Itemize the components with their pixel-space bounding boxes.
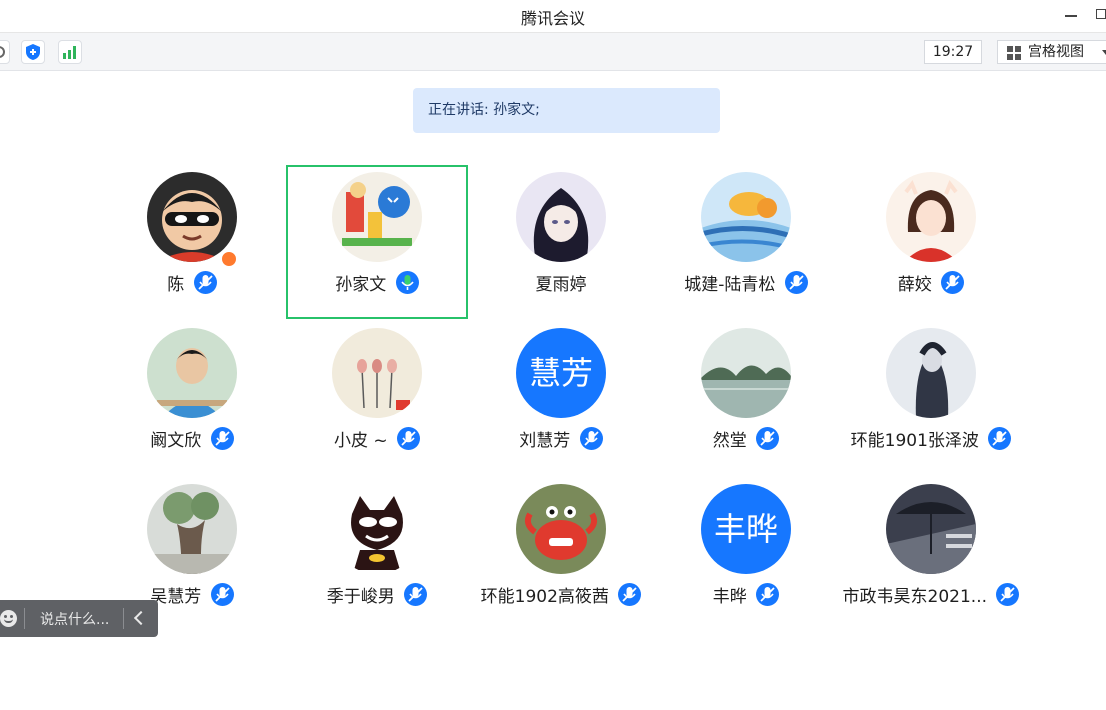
mic-muted-icon[interactable] <box>210 583 234 606</box>
participant-tile[interactable]: 孙家文 <box>287 164 467 314</box>
participant-name: 孙家文 <box>335 275 387 295</box>
speaking-indicator: 正在讲话: 孙家文; <box>413 88 720 133</box>
avatar <box>886 172 976 262</box>
divider <box>123 608 124 629</box>
participant-tile[interactable]: 薛姣 <box>841 164 1021 314</box>
maximize-button[interactable] <box>1090 4 1106 26</box>
participant-name: 环能1901张泽波 <box>850 431 979 451</box>
avatar <box>701 172 791 262</box>
participant-tile[interactable]: 慧芳 刘慧芳 <box>471 320 651 470</box>
avatar <box>886 484 976 574</box>
avatar <box>147 328 237 418</box>
avatar <box>332 484 422 574</box>
participant-name: 丰晔 <box>712 587 747 607</box>
avatar <box>332 172 422 262</box>
avatar: 丰晔 <box>701 484 791 574</box>
mic-muted-icon[interactable] <box>404 583 428 606</box>
mic-muted-icon[interactable] <box>618 583 642 606</box>
participant-tile[interactable]: 阚文欣 <box>102 320 282 470</box>
avatar <box>147 484 237 574</box>
mic-muted-icon[interactable] <box>193 271 217 294</box>
avatar <box>701 328 791 418</box>
chat-input[interactable]: 说点什么... <box>40 609 109 629</box>
participant-name: 然堂 <box>712 431 747 451</box>
speaking-text: 正在讲话: 孙家文; <box>428 102 540 118</box>
divider <box>24 608 25 629</box>
participant-name: 小皮 ~ <box>333 431 388 451</box>
mic-muted-icon[interactable] <box>988 427 1012 450</box>
participant-name: 城建-陆青松 <box>684 275 776 295</box>
grid-icon <box>1007 46 1021 60</box>
chat-bar: 说点什么... <box>0 600 158 637</box>
minimize-button[interactable] <box>1059 4 1083 26</box>
avatar <box>147 172 237 262</box>
avatar <box>516 484 606 574</box>
grid-view-button[interactable]: 宫格视图 <box>997 40 1106 64</box>
participant-name: 环能1902高筱茜 <box>480 587 609 607</box>
meeting-timer: 19:27 <box>924 40 982 64</box>
window-title: 腾讯会议 <box>520 9 585 28</box>
avatar <box>886 328 976 418</box>
avatar <box>516 172 606 262</box>
participant-name: 阚文欣 <box>150 431 202 451</box>
participant-name: 季于峻男 <box>326 587 395 607</box>
participant-tile[interactable]: 小皮 ~ <box>287 320 467 470</box>
participant-name: 市政韦昊东2021... <box>842 587 988 607</box>
participant-tile[interactable]: 市政韦昊东2021... <box>841 476 1021 626</box>
participant-name: 薛姣 <box>897 275 932 295</box>
emoji-icon[interactable] <box>0 610 17 627</box>
participant-tile[interactable]: 季于峻男 <box>287 476 467 626</box>
settings-icon[interactable] <box>0 40 10 64</box>
title-bar: 腾讯会议 <box>0 0 1106 33</box>
participant-tile[interactable]: 然堂 <box>656 320 836 470</box>
shield-icon[interactable] <box>21 40 45 64</box>
participant-tile[interactable]: 环能1901张泽波 <box>841 320 1021 470</box>
participant-tile[interactable]: 夏雨婷 <box>471 164 651 314</box>
participant-name: 夏雨婷 <box>535 275 587 295</box>
avatar: 慧芳 <box>516 328 606 418</box>
mic-muted-icon[interactable] <box>996 583 1020 606</box>
mic-muted-icon[interactable] <box>784 271 808 294</box>
chevron-down-icon <box>1102 50 1106 55</box>
participant-name: 刘慧芳 <box>519 431 571 451</box>
mic-muted-icon[interactable] <box>756 583 780 606</box>
signal-icon[interactable] <box>58 40 82 64</box>
participant-tile[interactable]: 丰晔 丰晔 <box>656 476 836 626</box>
mic-active-icon[interactable] <box>395 271 419 294</box>
avatar <box>332 328 422 418</box>
mic-muted-icon[interactable] <box>756 427 780 450</box>
view-label: 宫格视图 <box>1028 44 1084 60</box>
participant-tile[interactable]: 环能1902高筱茜 <box>471 476 651 626</box>
host-badge-icon <box>220 250 238 268</box>
toolbar: 19:27 宫格视图 <box>0 33 1106 71</box>
participant-name: 陈 <box>167 275 185 295</box>
mic-muted-icon[interactable] <box>210 427 234 450</box>
participant-tile[interactable]: 城建-陆青松 <box>656 164 836 314</box>
chevron-left-icon[interactable] <box>133 610 149 626</box>
mic-muted-icon[interactable] <box>579 427 603 450</box>
mic-muted-icon[interactable] <box>397 427 421 450</box>
mic-muted-icon[interactable] <box>941 271 965 294</box>
participant-tile[interactable]: 陈 <box>102 164 282 314</box>
